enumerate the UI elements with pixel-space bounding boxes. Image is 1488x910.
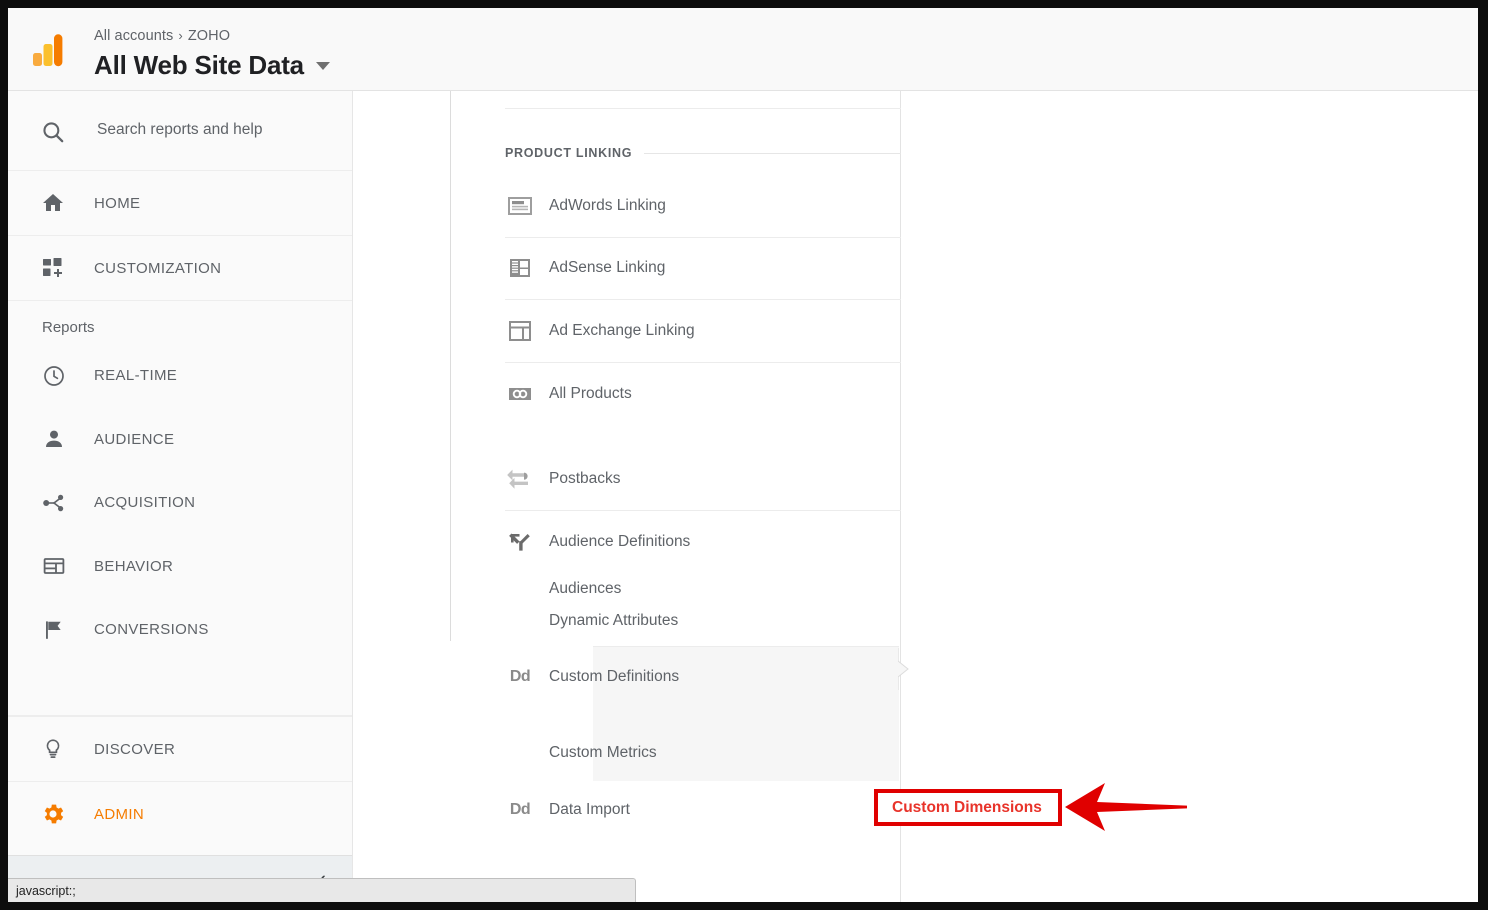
adwords-icon	[505, 191, 535, 221]
sidebar-item-conversions[interactable]: CONVERSIONS	[8, 598, 352, 662]
view-selector[interactable]: All Web Site Data	[94, 50, 330, 81]
admin-row-adwords-linking[interactable]: AdWords Linking	[505, 175, 901, 238]
left-navigation: Search reports and help HOME CUSTOMIZATI…	[8, 91, 353, 902]
admin-row-audience-definitions[interactable]: Audience Definitions	[505, 511, 901, 574]
chevron-down-icon[interactable]	[315, 61, 330, 70]
behavior-icon	[41, 553, 67, 579]
admin-row-postbacks[interactable]: Postbacks	[505, 448, 901, 511]
sidebar-label-behavior: BEHAVIOR	[94, 557, 174, 575]
flag-icon	[41, 617, 67, 643]
person-icon	[41, 426, 67, 452]
admin-label-data-import: Data Import	[549, 801, 630, 819]
section-title: PRODUCT LINKING	[505, 146, 633, 160]
admin-label-postbacks: Postbacks	[549, 469, 621, 487]
home-icon	[40, 190, 66, 216]
google-analytics-logo	[30, 31, 70, 71]
admin-label-dynamic-attributes: Dynamic Attributes	[549, 612, 679, 629]
audience-definitions-icon	[505, 527, 535, 557]
sidebar-item-discover[interactable]: DISCOVER	[8, 716, 352, 781]
sidebar-label-conversions: CONVERSIONS	[94, 621, 209, 639]
admin-label-custom-definitions: Custom Definitions	[549, 668, 680, 686]
sidebar-item-acquisition[interactable]: ACQUISITION	[8, 471, 352, 535]
admin-subrow-dynamic-attributes[interactable]: Dynamic Attributes	[549, 605, 901, 637]
property-settings-column: PRODUCT LINKING AdWords Linking AdSense …	[451, 91, 909, 902]
admin-label-audience-definitions: Audience Definitions	[549, 532, 691, 550]
admin-content-area: PRODUCT LINKING AdWords Linking AdSense …	[353, 91, 1478, 902]
admin-subrow-custom-metrics[interactable]: Custom Metrics	[549, 737, 901, 769]
dd-glyph: Dd	[509, 668, 531, 686]
admin-row-data-import[interactable]: Dd Data Import	[505, 779, 901, 842]
admin-row-adsense-linking[interactable]: AdSense Linking	[505, 238, 901, 300]
adexchange-icon	[505, 316, 535, 346]
sidebar-reports-group: REAL-TIME AUDIENCE ACQUISITION BEHAVIOR …	[8, 344, 352, 662]
browser-status-bar: javascript:;	[8, 878, 636, 902]
dd-glyph: Dd	[509, 801, 531, 819]
sidebar-label-acquisition: ACQUISITION	[94, 494, 196, 512]
sidebar-label-home: HOME	[94, 194, 141, 212]
sidebar-item-real-time[interactable]: REAL-TIME	[8, 344, 352, 408]
breadcrumb-separator: ›	[178, 28, 183, 43]
sidebar-item-admin[interactable]: ADMIN	[8, 781, 352, 846]
scrolled-row-stub	[505, 91, 901, 109]
all-products-icon	[505, 379, 535, 409]
sidebar-section-reports: Reports	[42, 319, 95, 336]
admin-label-custom-dimensions[interactable]: Custom Dimensions	[892, 799, 1042, 817]
breadcrumb-all-accounts[interactable]: All accounts	[94, 28, 173, 44]
search-input[interactable]: Search reports and help	[8, 91, 352, 171]
sidebar-item-behavior[interactable]: BEHAVIOR	[8, 535, 352, 599]
admin-label-adwords-linking: AdWords Linking	[549, 196, 666, 214]
admin-label-ad-exchange-linking: Ad Exchange Linking	[549, 321, 695, 339]
annotation-highlight-box: Custom Dimensions	[874, 789, 1062, 826]
search-placeholder: Search reports and help	[97, 121, 263, 138]
acquisition-icon	[41, 490, 67, 516]
dd-icon: Dd	[505, 662, 535, 692]
admin-label-adsense-linking: AdSense Linking	[549, 259, 666, 277]
admin-row-custom-definitions[interactable]: Dd Custom Definitions	[505, 646, 901, 709]
admin-row-ad-exchange-linking[interactable]: Ad Exchange Linking	[505, 300, 901, 363]
adsense-icon	[505, 253, 535, 283]
product-linking-section-header: PRODUCT LINKING	[505, 143, 901, 163]
postbacks-icon	[505, 464, 535, 494]
sidebar-label-customization: CUSTOMIZATION	[94, 259, 222, 277]
sidebar-label-real-time: REAL-TIME	[94, 367, 178, 385]
admin-row-all-products[interactable]: All Products	[505, 363, 901, 426]
clock-icon	[41, 363, 67, 389]
gear-icon	[40, 801, 66, 827]
page-title: All Web Site Data	[94, 50, 304, 80]
app-header: All accounts › ZOHO All Web Site Data	[8, 8, 1478, 91]
breadcrumb: All accounts › ZOHO	[94, 28, 230, 44]
sidebar-label-audience: AUDIENCE	[94, 430, 175, 448]
section-rule	[644, 152, 901, 154]
admin-label-audiences: Audiences	[549, 580, 622, 597]
breadcrumb-account[interactable]: ZOHO	[188, 28, 230, 44]
dd-icon: Dd	[505, 795, 535, 825]
sidebar-label-admin: ADMIN	[94, 805, 145, 823]
sidebar-item-home[interactable]: HOME	[8, 171, 352, 236]
customization-icon	[40, 255, 66, 281]
admin-label-custom-metrics: Custom Metrics	[549, 744, 657, 761]
lightbulb-icon	[40, 736, 66, 762]
sidebar-item-audience[interactable]: AUDIENCE	[8, 408, 352, 472]
admin-label-all-products: All Products	[549, 384, 632, 402]
browser-viewport: All accounts › ZOHO All Web Site Data Sear…	[8, 8, 1478, 902]
sidebar-label-discover: DISCOVER	[94, 740, 176, 758]
status-bar-text: javascript:;	[16, 883, 76, 898]
sidebar-item-customization[interactable]: CUSTOMIZATION	[8, 236, 352, 301]
admin-subrow-audiences[interactable]: Audiences	[549, 573, 901, 605]
red-pointer-arrow	[1065, 783, 1187, 831]
search-icon	[40, 119, 66, 150]
